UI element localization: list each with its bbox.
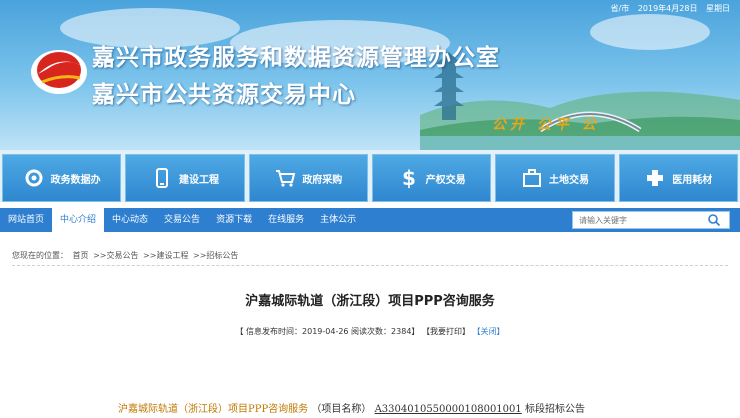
logo-icon	[31, 50, 87, 94]
breadcrumb: 您现在的位置： 首页 >>交易公告 >>建设工程 >>招标公告	[12, 246, 728, 266]
date-text: 2019年4月28日	[637, 4, 698, 13]
search-input[interactable]	[573, 212, 705, 228]
main-nav: 网站首页 中心介绍 中心动态 交易公告 资源下载 在线服务 主体公示	[0, 208, 740, 232]
category-construction[interactable]: 建设工程	[125, 154, 245, 202]
nav-item-news[interactable]: 中心动态	[104, 208, 156, 232]
plus-icon	[647, 170, 664, 186]
category-medical[interactable]: 医用耗材	[618, 154, 738, 202]
category-bar: 政务数据办 建设工程 政府采购 $ 产权交易 土地交易 医用耗材	[0, 150, 740, 202]
breadcrumb-prefix: 您现在的位置：	[12, 251, 68, 260]
site-title-line1: 嘉兴市政务服务和数据资源管理办公室	[92, 45, 500, 71]
page: 省/市 2019年4月28日 星期日 嘉兴市政务服务和数据资源管理办公室 嘉兴市…	[0, 0, 740, 418]
category-label: 政府采购	[302, 174, 343, 186]
cart-icon	[276, 170, 296, 187]
category-land[interactable]: 土地交易	[495, 154, 615, 202]
article-meta: 【 信息发布时间：2019-04-26 阅读次数：2384】 【我要打印】 【关…	[0, 326, 740, 337]
weekday-text: 星期日	[706, 4, 730, 13]
nav-item-downloads[interactable]: 资源下载	[208, 208, 260, 232]
category-label: 产权交易	[425, 174, 466, 186]
header-banner: 省/市 2019年4月28日 星期日 嘉兴市政务服务和数据资源管理办公室 嘉兴市…	[0, 0, 740, 150]
project-name: 沪嘉城际轨道（浙江段）项目PPP咨询服务	[118, 404, 309, 415]
category-label: 医用耗材	[672, 174, 713, 186]
dollar-icon: $	[402, 167, 416, 189]
category-property[interactable]: $ 产权交易	[371, 154, 492, 202]
category-label: 建设工程	[178, 174, 219, 186]
nav-item-home[interactable]: 网站首页	[0, 208, 52, 232]
publish-info: 【 信息发布时间：2019-04-26 阅读次数：2384】	[235, 327, 420, 336]
article-body: 沪嘉城际轨道（浙江段）项目PPP咨询服务 （项目名称） A33040105500…	[118, 400, 585, 415]
site-title-line2: 嘉兴市公共资源交易中心	[92, 82, 356, 108]
location-text: 省/市	[610, 4, 630, 13]
category-procurement[interactable]: 政府采购	[248, 154, 368, 202]
article-title: 沪嘉城际轨道（浙江段）项目PPP咨询服务	[245, 294, 495, 309]
nav-item-entity-disclosure[interactable]: 主体公示	[312, 208, 364, 232]
nav-item-online-service[interactable]: 在线服务	[260, 208, 312, 232]
nav-item-about[interactable]: 中心介绍	[52, 208, 105, 232]
breadcrumb-construction[interactable]: >>建设工程	[143, 251, 188, 260]
category-gov-data[interactable]: 政务数据办	[2, 154, 122, 202]
nav-item-announcements[interactable]: 交易公告	[156, 208, 208, 232]
bid-notice-suffix: 标段招标公告	[524, 404, 585, 415]
search-box	[572, 211, 730, 229]
category-label: 政务数据办	[50, 174, 101, 186]
search-icon[interactable]	[707, 213, 721, 227]
project-name-label: （项目名称）	[311, 404, 372, 415]
print-link[interactable]: 【我要打印】	[422, 327, 470, 336]
category-label: 土地交易	[548, 174, 589, 186]
close-link[interactable]: 【关闭】	[473, 327, 505, 336]
breadcrumb-bid-notice[interactable]: >>招标公告	[193, 251, 238, 260]
gear-icon	[25, 169, 43, 187]
breadcrumb-announcements[interactable]: >>交易公告	[93, 251, 138, 260]
date-bar: 省/市 2019年4月28日 星期日	[605, 3, 730, 14]
breadcrumb-home[interactable]: 首页	[73, 251, 89, 260]
svg-text:$: $	[402, 167, 416, 189]
briefcase-icon	[522, 169, 541, 187]
phone-icon	[155, 168, 168, 188]
slogan-text: 公开 公平 公	[492, 117, 600, 133]
project-code: A3304010550000108001001	[374, 404, 522, 415]
